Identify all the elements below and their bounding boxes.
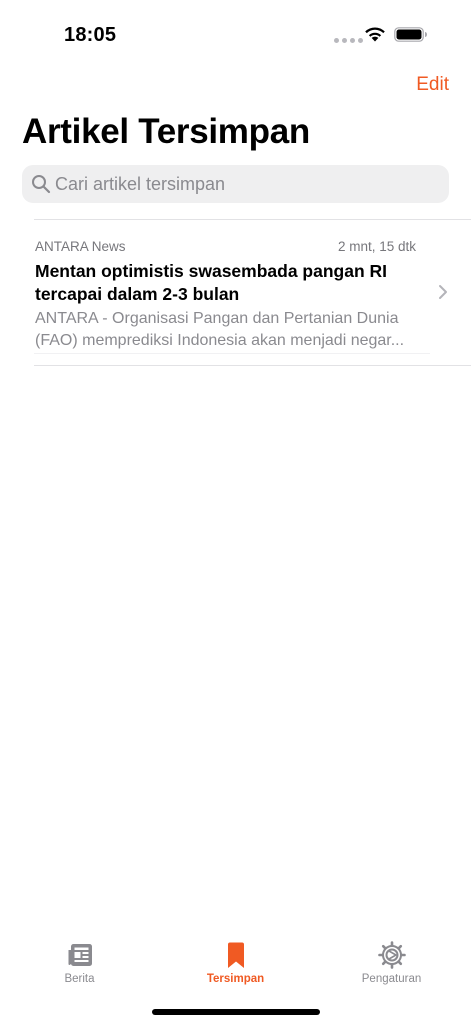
bookmark-icon: [227, 942, 244, 968]
article-time: 2 mnt, 15 dtk: [337, 239, 416, 254]
page-title: Artikel Tersimpan: [22, 112, 310, 151]
battery-icon: [394, 27, 427, 42]
gear-icon: [377, 941, 406, 969]
chevron-right-icon: [439, 285, 447, 299]
tab-tersimpan[interactable]: Tersimpan: [157, 930, 314, 994]
tab-berita[interactable]: Berita: [1, 930, 158, 994]
list-item[interactable]: ANTARA News 2 mnt, 15 dtk Mentan optimis…: [0, 220, 471, 365]
screen: 18:05 Edit Artikel Tersimpan ANTARA News…: [0, 0, 471, 1024]
article-snippet: ANTARA - Organisasi Pangan dan Pertanian…: [35, 310, 405, 349]
tab-label: Tersimpan: [206, 973, 265, 985]
search-input[interactable]: [55, 165, 435, 203]
row-divider: [34, 353, 430, 354]
tab-label: Berita: [64, 973, 95, 985]
search-icon: [32, 175, 51, 194]
tab-pengaturan[interactable]: Pengaturan: [313, 930, 470, 994]
status-time: 18:05: [64, 24, 117, 46]
newspaper-icon: [68, 944, 92, 966]
home-indicator: [152, 1009, 320, 1015]
cellular-signal-icon: [334, 38, 363, 43]
article-title: Mentan optimistis swasembada pangan RI t…: [35, 261, 388, 304]
search-bar[interactable]: [22, 165, 449, 203]
edit-button[interactable]: Edit: [416, 74, 449, 96]
list-divider: [34, 365, 471, 366]
tab-label: Pengaturan: [361, 973, 422, 985]
wifi-icon: [365, 27, 385, 42]
article-source: ANTARA News: [35, 239, 126, 254]
status-bar: 18:05: [0, 0, 471, 60]
